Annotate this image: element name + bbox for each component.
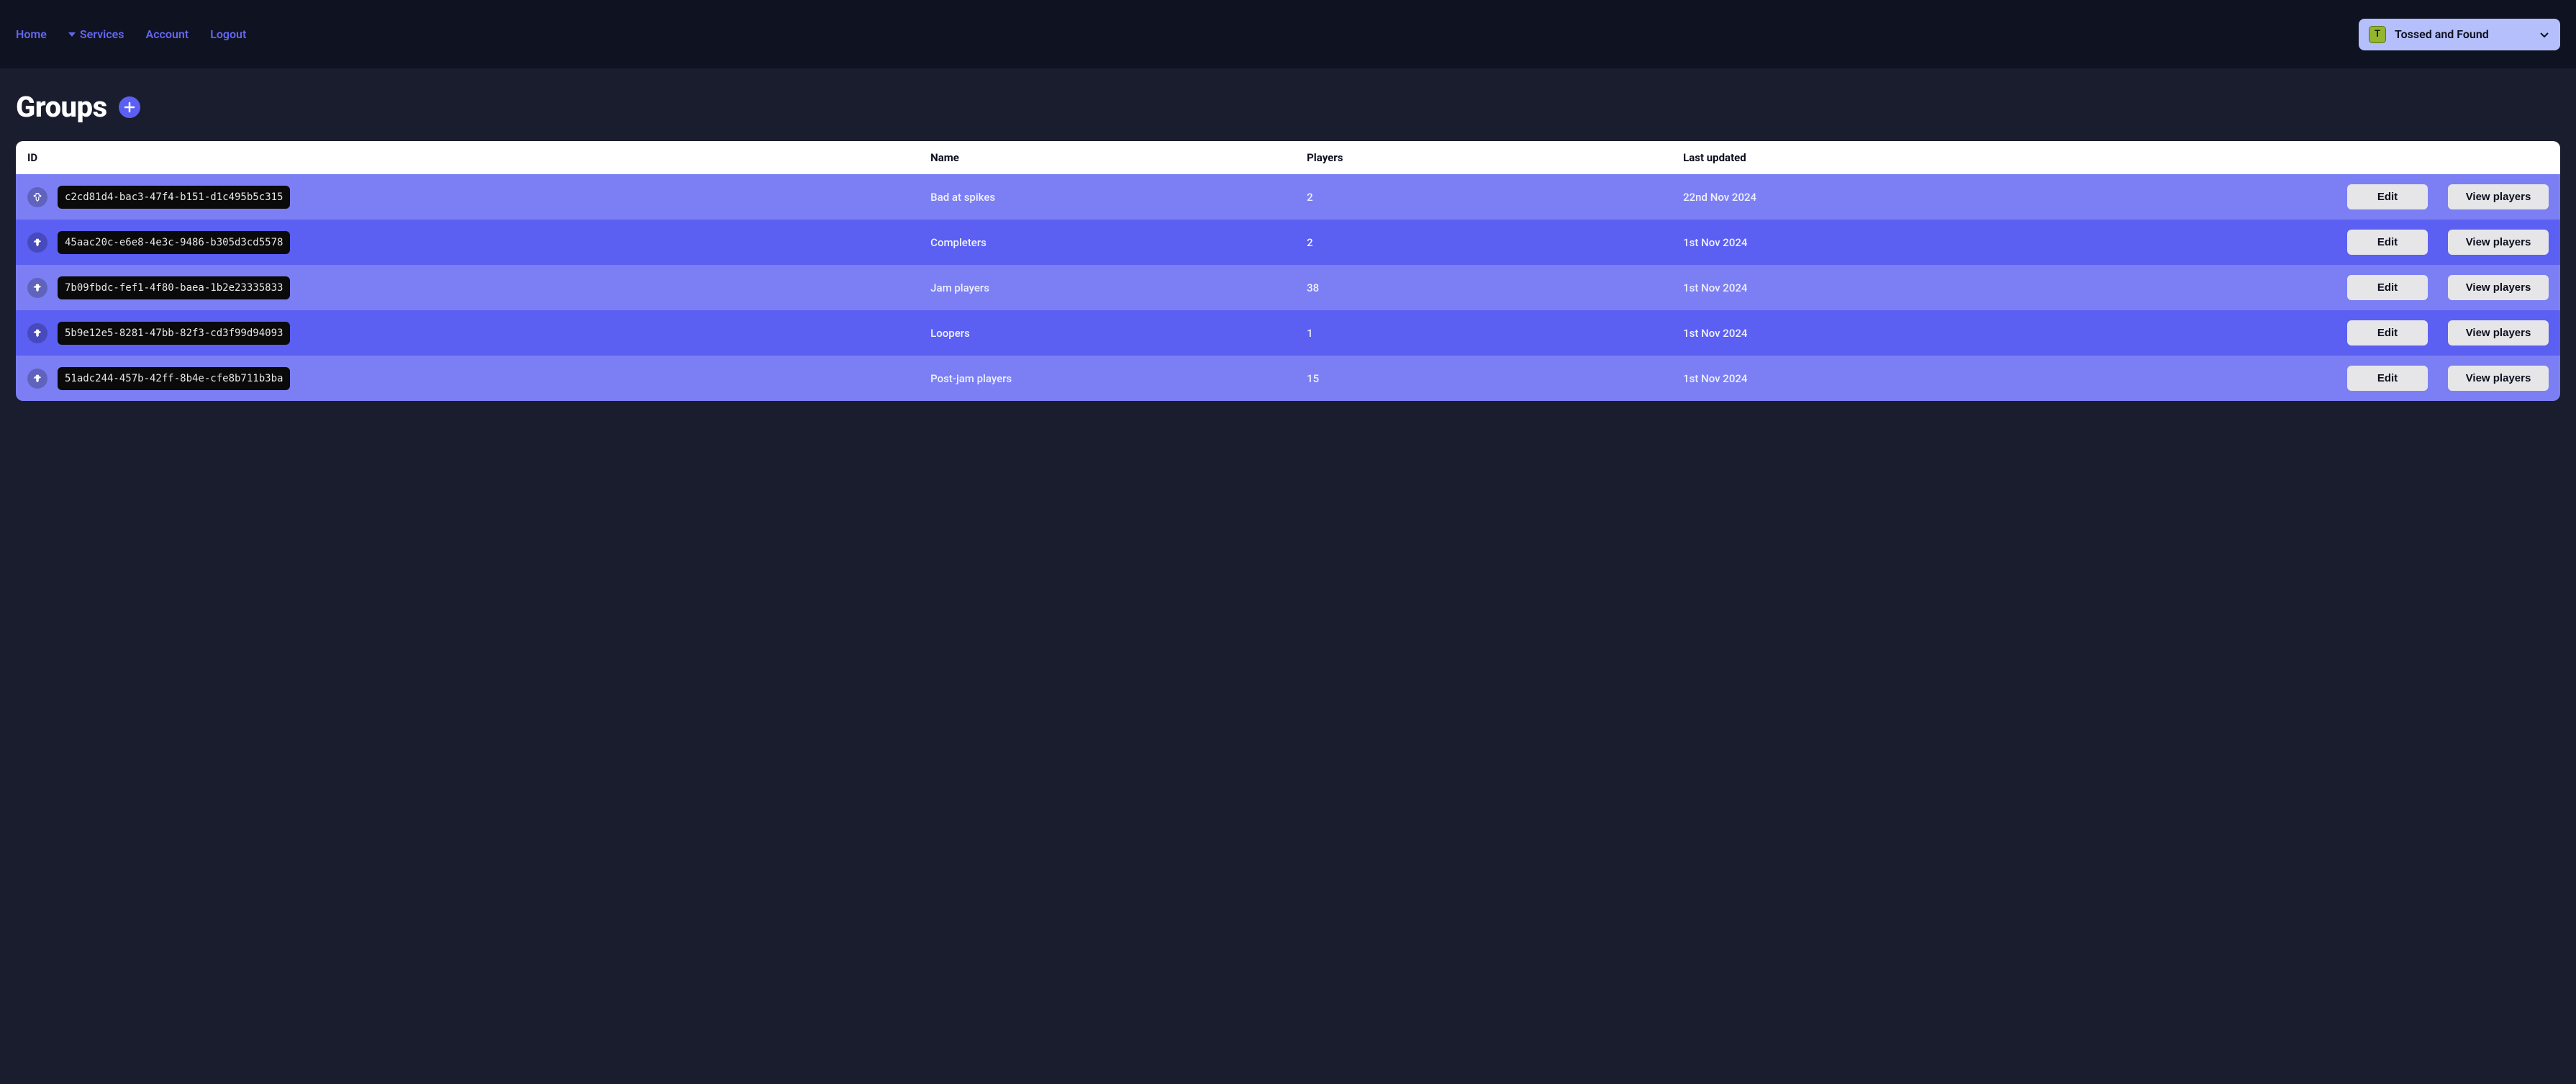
pin-icon <box>32 283 42 293</box>
group-name: Completers <box>930 236 1307 249</box>
group-id: 5b9e12e5-8281-47bb-82f3-cd3f99d94093 <box>58 322 290 345</box>
pin-button[interactable] <box>27 232 47 253</box>
id-cell: 51adc244-457b-42ff-8b4e-cfe8b711b3ba <box>27 367 930 390</box>
col-players: Players <box>1307 151 1683 164</box>
actions-cell: Edit View players <box>2097 184 2549 209</box>
pin-icon <box>32 238 42 248</box>
view-players-button[interactable]: View players <box>2448 230 2549 255</box>
game-selector-name: Tossed and Found <box>2395 27 2489 41</box>
col-actions <box>2097 151 2549 164</box>
table-row: 51adc244-457b-42ff-8b4e-cfe8b711b3ba Post… <box>16 356 2560 401</box>
id-cell: 7b09fbdc-fef1-4f80-baea-1b2e23335833 <box>27 276 930 299</box>
group-players: 2 <box>1307 236 1683 249</box>
nav-account[interactable]: Account <box>146 27 189 41</box>
navbar: Home Services Account Logout T Tossed an… <box>0 0 2576 68</box>
edit-button[interactable]: Edit <box>2347 275 2428 300</box>
group-players: 15 <box>1307 372 1683 385</box>
pin-button[interactable] <box>27 369 47 389</box>
col-name: Name <box>930 151 1307 164</box>
chevron-down-icon <box>2539 29 2550 40</box>
view-players-button[interactable]: View players <box>2448 184 2549 209</box>
pin-button[interactable] <box>27 187 47 207</box>
edit-button[interactable]: Edit <box>2347 230 2428 255</box>
game-selector[interactable]: T Tossed and Found <box>2359 19 2560 50</box>
group-id: c2cd81d4-bac3-47f4-b151-d1c495b5c315 <box>58 186 290 209</box>
group-last-updated: 1st Nov 2024 <box>1683 236 2097 249</box>
nav-services[interactable]: Services <box>68 27 124 41</box>
id-cell: 45aac20c-e6e8-4e3c-9486-b305d3cd5578 <box>27 231 930 254</box>
nav-links: Home Services Account Logout <box>16 27 246 41</box>
group-last-updated: 22nd Nov 2024 <box>1683 191 2097 204</box>
page-content: Groups ID Name Players Last updated c2cd… <box>0 68 2576 423</box>
view-players-button[interactable]: View players <box>2448 275 2549 300</box>
caret-down-icon <box>68 32 76 37</box>
group-name: Bad at spikes <box>930 191 1307 204</box>
edit-button[interactable]: Edit <box>2347 320 2428 345</box>
edit-button[interactable]: Edit <box>2347 366 2428 391</box>
id-cell: c2cd81d4-bac3-47f4-b151-d1c495b5c315 <box>27 186 930 209</box>
plus-icon <box>124 101 135 113</box>
groups-table: ID Name Players Last updated c2cd81d4-ba… <box>16 141 2560 401</box>
group-name: Post-jam players <box>930 372 1307 385</box>
pin-icon <box>32 192 42 202</box>
table-row: 45aac20c-e6e8-4e3c-9486-b305d3cd5578 Comp… <box>16 220 2560 265</box>
col-last-updated: Last updated <box>1683 151 2097 164</box>
group-players: 38 <box>1307 281 1683 294</box>
table-row: c2cd81d4-bac3-47f4-b151-d1c495b5c315 Bad … <box>16 174 2560 220</box>
pin-button[interactable] <box>27 323 47 343</box>
page-header: Groups <box>16 90 2560 124</box>
actions-cell: Edit View players <box>2097 366 2549 391</box>
col-id: ID <box>27 151 930 164</box>
table-header: ID Name Players Last updated <box>16 141 2560 174</box>
actions-cell: Edit View players <box>2097 320 2549 345</box>
nav-services-label: Services <box>80 27 124 41</box>
group-id: 7b09fbdc-fef1-4f80-baea-1b2e23335833 <box>58 276 290 299</box>
group-name: Jam players <box>930 281 1307 294</box>
game-selector-left: T Tossed and Found <box>2369 26 2489 43</box>
group-id: 45aac20c-e6e8-4e3c-9486-b305d3cd5578 <box>58 231 290 254</box>
table-row: 7b09fbdc-fef1-4f80-baea-1b2e23335833 Jam … <box>16 265 2560 310</box>
game-badge: T <box>2369 26 2386 43</box>
edit-button[interactable]: Edit <box>2347 184 2428 209</box>
group-last-updated: 1st Nov 2024 <box>1683 281 2097 294</box>
nav-home[interactable]: Home <box>16 27 47 41</box>
group-name: Loopers <box>930 327 1307 340</box>
nav-logout[interactable]: Logout <box>210 27 246 41</box>
group-last-updated: 1st Nov 2024 <box>1683 372 2097 385</box>
group-id: 51adc244-457b-42ff-8b4e-cfe8b711b3ba <box>58 367 290 390</box>
actions-cell: Edit View players <box>2097 275 2549 300</box>
view-players-button[interactable]: View players <box>2448 366 2549 391</box>
group-players: 1 <box>1307 327 1683 340</box>
group-players: 2 <box>1307 191 1683 204</box>
id-cell: 5b9e12e5-8281-47bb-82f3-cd3f99d94093 <box>27 322 930 345</box>
pin-icon <box>32 374 42 384</box>
pin-button[interactable] <box>27 278 47 298</box>
add-group-button[interactable] <box>119 96 140 118</box>
view-players-button[interactable]: View players <box>2448 320 2549 345</box>
table-row: 5b9e12e5-8281-47bb-82f3-cd3f99d94093 Loop… <box>16 310 2560 356</box>
group-last-updated: 1st Nov 2024 <box>1683 327 2097 340</box>
page-title: Groups <box>16 90 107 124</box>
table-body: c2cd81d4-bac3-47f4-b151-d1c495b5c315 Bad … <box>16 174 2560 401</box>
actions-cell: Edit View players <box>2097 230 2549 255</box>
pin-icon <box>32 328 42 338</box>
